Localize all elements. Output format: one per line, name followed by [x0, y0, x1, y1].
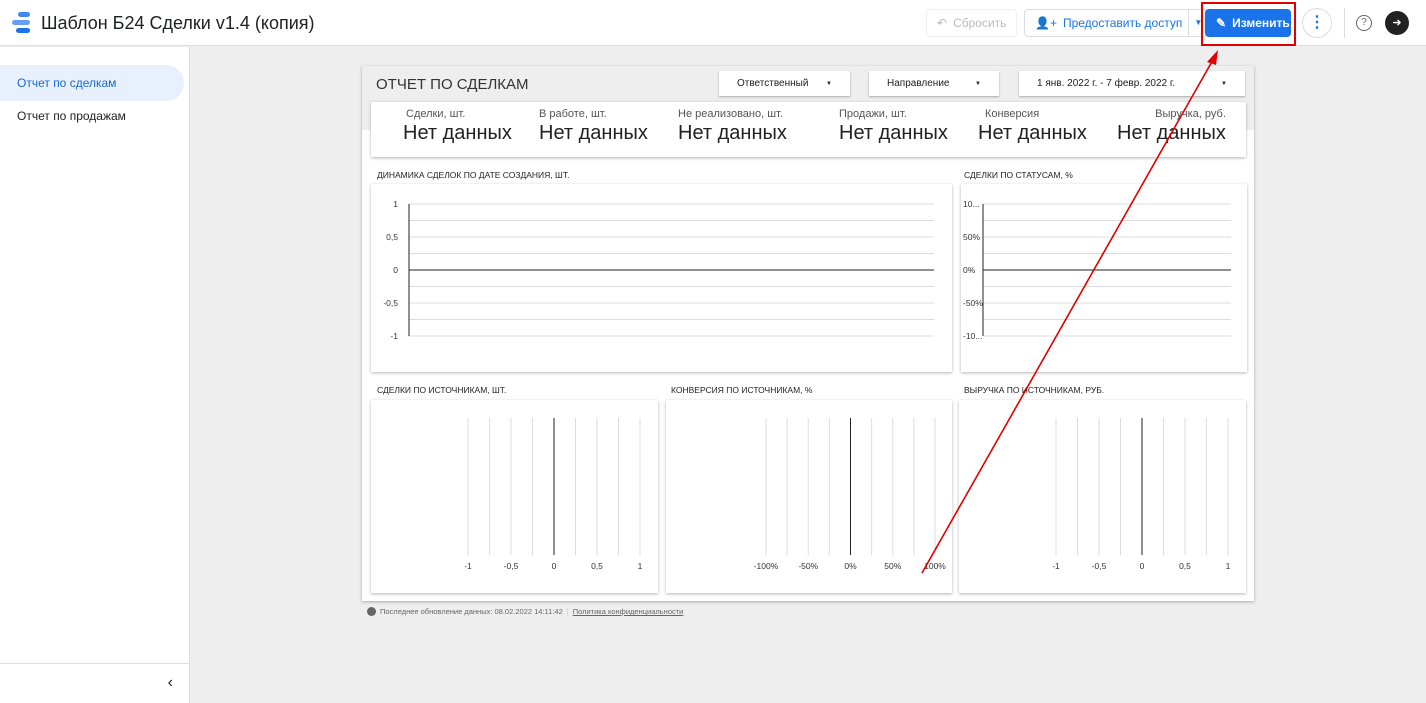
annotation-arrow [921, 50, 1218, 574]
